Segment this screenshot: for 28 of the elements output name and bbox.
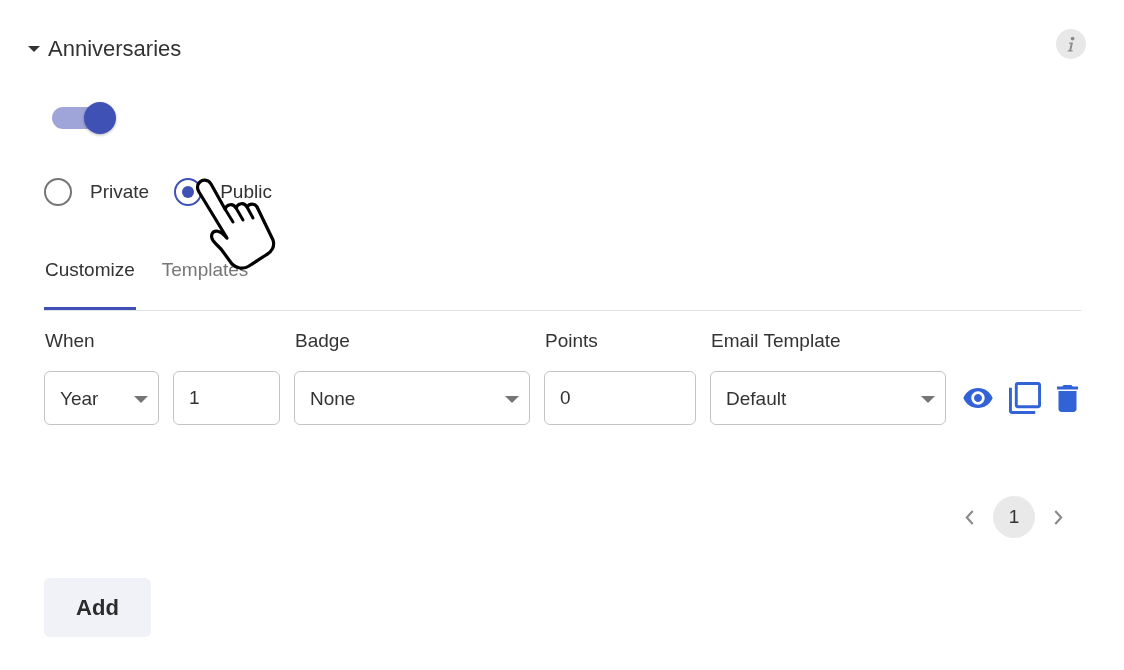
select-field[interactable]: Default [710, 371, 946, 425]
copy-icon[interactable] [1009, 382, 1041, 414]
column-label: Badge [294, 330, 351, 352]
info-icon[interactable] [1056, 29, 1086, 59]
eye-icon[interactable] [963, 388, 993, 408]
column-label: Email Template [710, 330, 842, 352]
column-label: When [44, 330, 96, 352]
tab[interactable]: Templates [160, 250, 250, 310]
section-title: Anniversaries [48, 35, 182, 63]
page-button[interactable]: 1 [993, 496, 1035, 538]
input-field[interactable]: 1 [173, 371, 280, 425]
dropdown-caret-icon [505, 395, 519, 403]
chevron-right-icon[interactable] [1054, 509, 1063, 525]
tab[interactable]: Customize [44, 250, 136, 310]
dropdown-caret-icon [921, 395, 935, 403]
column-label: Points [544, 330, 599, 352]
select-field[interactable]: Year [44, 371, 159, 425]
radio-label: Private [90, 180, 150, 204]
radio-button[interactable] [44, 178, 72, 206]
radio-label: Public [220, 180, 272, 204]
toggle-switch[interactable] [50, 102, 116, 134]
trash-icon[interactable] [1057, 384, 1078, 412]
input-field[interactable]: 0 [544, 371, 696, 425]
select-field[interactable]: None [294, 371, 530, 425]
dropdown-caret-icon [134, 395, 148, 403]
add-button[interactable]: Add [44, 578, 151, 637]
caret-down-icon[interactable] [28, 46, 40, 52]
chevron-left-icon[interactable] [965, 509, 974, 525]
